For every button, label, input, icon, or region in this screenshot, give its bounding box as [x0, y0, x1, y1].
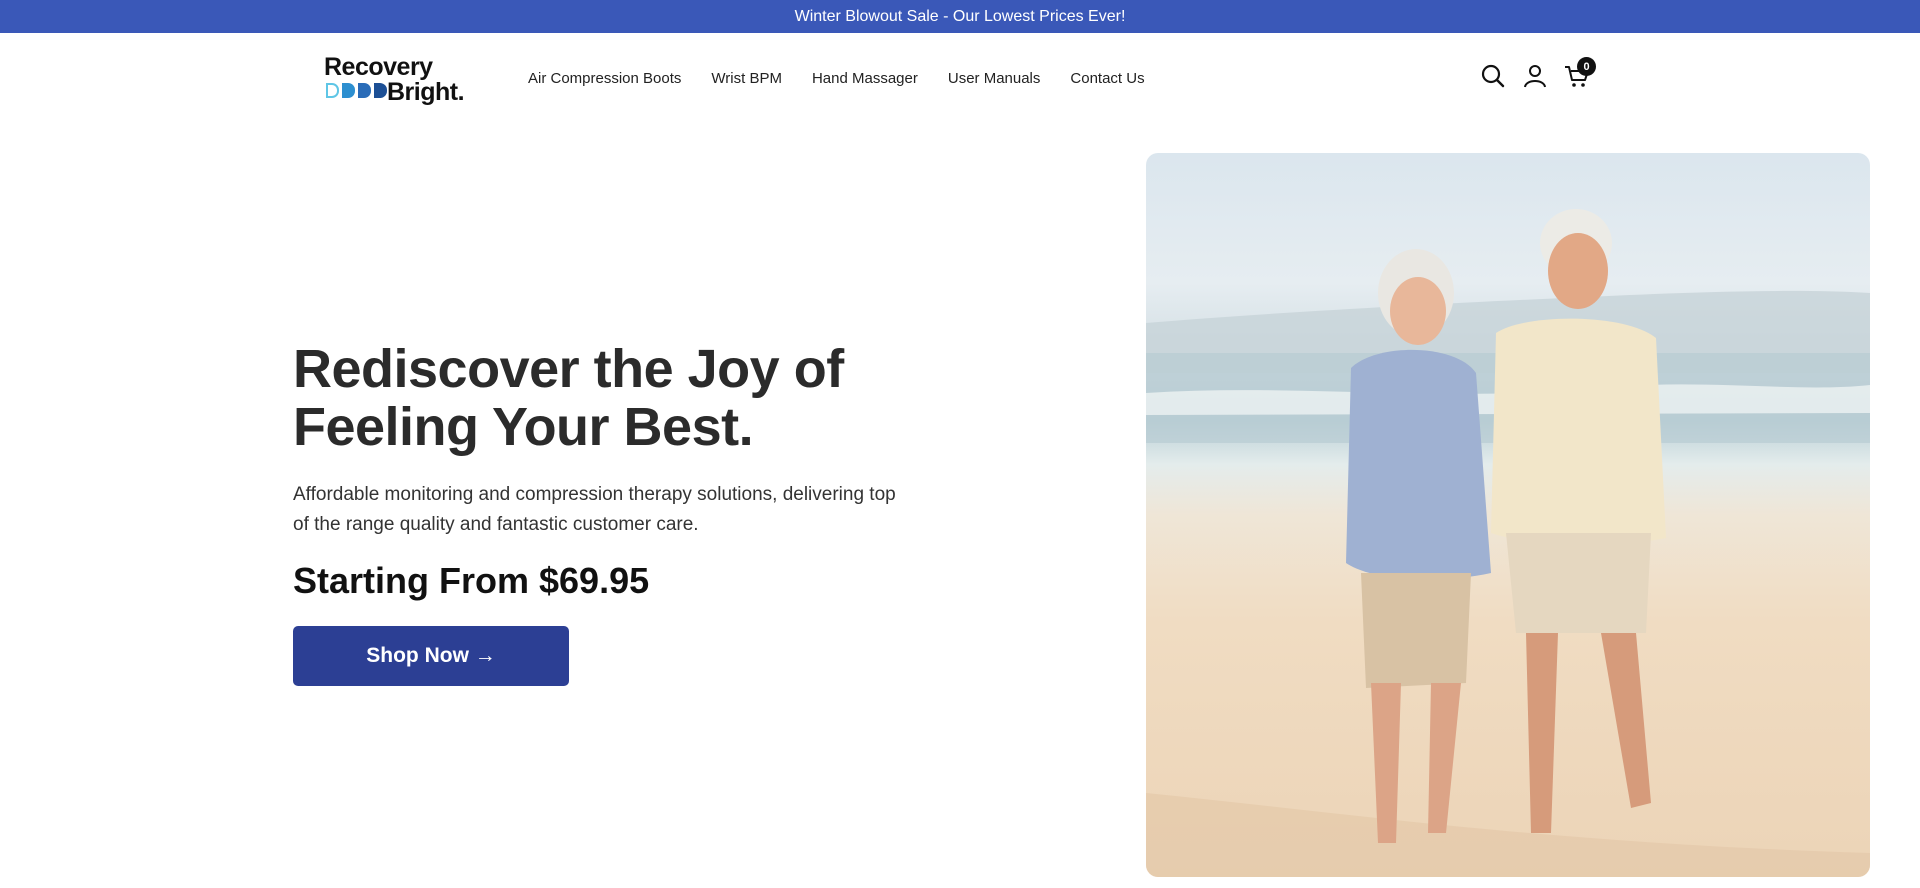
main-nav: Air Compression Boots Wrist BPM Hand Mas… [528, 33, 1175, 123]
nav-contact-us[interactable]: Contact Us [1070, 70, 1144, 87]
hero-subtitle: Affordable monitoring and compression th… [293, 484, 896, 535]
logo-block [326, 83, 339, 98]
logo-block [342, 83, 355, 98]
user-icon[interactable] [1522, 63, 1548, 89]
cart-icon[interactable]: 0 [1564, 57, 1596, 89]
nav-air-compression-boots[interactable]: Air Compression Boots [528, 70, 681, 87]
search-icon[interactable] [1480, 63, 1506, 89]
logo-block [358, 83, 371, 98]
logo-mark [326, 83, 387, 98]
header-icons: 0 [1480, 57, 1596, 89]
nav-hand-massager[interactable]: Hand Massager [812, 70, 918, 87]
hero-title: Rediscover the Joy of Feeling Your Best. [293, 339, 844, 457]
beach-couple-illustration [1146, 209, 1870, 877]
logo-block [374, 83, 387, 98]
logo[interactable]: Recovery Bright. [324, 53, 486, 106]
announcement-text: Winter Blowout Sale - Our Lowest Prices … [794, 7, 1126, 25]
logo-text-line1: Recovery [324, 53, 433, 81]
shop-now-button[interactable]: Shop Now → [293, 626, 569, 686]
logo-text-line2: Bright. [387, 78, 465, 106]
announcement-bar: Winter Blowout Sale - Our Lowest Prices … [0, 0, 1920, 33]
cart-count-badge: 0 [1577, 57, 1596, 76]
nav-wrist-bpm[interactable]: Wrist BPM [711, 70, 782, 87]
hero-price: Starting From $69.95 [293, 560, 650, 601]
hero-image [1146, 153, 1870, 877]
site-header: Recovery Bright. Air Compression Boots W… [0, 33, 1920, 123]
nav-user-manuals[interactable]: User Manuals [948, 70, 1041, 87]
